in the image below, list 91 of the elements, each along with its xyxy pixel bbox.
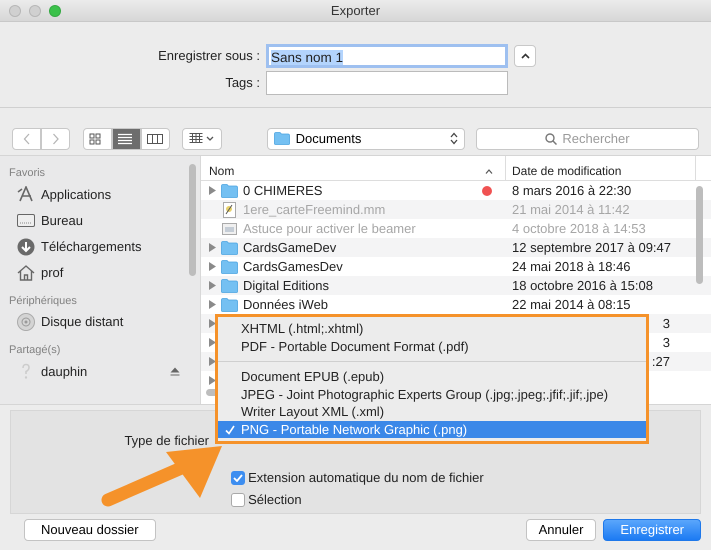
disclosure-triangle-icon[interactable] bbox=[209, 186, 216, 195]
chevron-up-icon bbox=[520, 53, 530, 59]
menu-item[interactable]: XHTML (.html;.xhtml) bbox=[218, 320, 646, 338]
disclosure-triangle-icon[interactable] bbox=[209, 357, 216, 366]
window-title: Exporter bbox=[330, 3, 380, 18]
checkbox[interactable] bbox=[231, 492, 245, 507]
file-date: 8 mars 2016 à 22:30 bbox=[511, 182, 632, 200]
file-date: 3 bbox=[662, 334, 671, 352]
home-icon bbox=[17, 264, 35, 282]
checkbox-label: Extension automatique du nom de fichier bbox=[248, 469, 484, 487]
grid-icon bbox=[189, 133, 204, 144]
sidebar-item[interactable]: Téléchargements bbox=[9, 234, 200, 260]
location-popup[interactable]: Documents bbox=[266, 128, 465, 150]
disc-icon bbox=[17, 313, 35, 331]
sidebar-item[interactable]: Bureau bbox=[9, 208, 200, 234]
menu-item[interactable]: Document EPUB (.epub) bbox=[218, 368, 646, 386]
sidebar-heading: Partagé(s) bbox=[9, 343, 62, 358]
file-date: 4 octobre 2018 à 14:53 bbox=[511, 220, 647, 238]
view-mode-button[interactable] bbox=[112, 128, 140, 150]
sort-ascending-icon bbox=[485, 168, 493, 174]
disclosure-triangle-icon[interactable] bbox=[209, 300, 216, 309]
folder-icon bbox=[221, 278, 238, 292]
arrange-button[interactable] bbox=[182, 128, 222, 150]
new-folder-button[interactable]: Nouveau dossier bbox=[24, 519, 156, 541]
scrollbar-thumb[interactable] bbox=[189, 164, 196, 276]
column-header[interactable]: Nom bbox=[201, 156, 506, 180]
file-date: 12 septembre 2017 à 09:47 bbox=[511, 238, 672, 257]
file-date: 22 mai 2014 à 08:15 bbox=[511, 296, 632, 314]
file-date: 18 octobre 2016 à 15:08 bbox=[511, 276, 654, 295]
menu-item[interactable]: Writer Layout XML (.xml) bbox=[218, 403, 646, 420]
file-name[interactable]: Digital Editions bbox=[243, 276, 506, 296]
checkbox[interactable] bbox=[231, 470, 245, 485]
sidebar-item[interactable]: prof bbox=[9, 260, 200, 286]
file-type-label: Type de fichier bbox=[124, 432, 209, 450]
expand-button[interactable] bbox=[514, 45, 536, 67]
checkmark-icon bbox=[225, 424, 235, 434]
forward-button[interactable] bbox=[41, 128, 70, 150]
disclosure-triangle-icon[interactable] bbox=[209, 338, 216, 347]
file-date: 3 bbox=[662, 314, 671, 333]
file-name[interactable]: CardsGamesDev bbox=[243, 256, 506, 276]
apps-icon bbox=[17, 186, 35, 204]
chevron-down-icon bbox=[206, 136, 214, 141]
eject-icon bbox=[170, 367, 180, 376]
sidebar-item[interactable]: Disque distant bbox=[9, 309, 200, 335]
folder-icon bbox=[221, 240, 238, 254]
column-header[interactable]: Date de modification bbox=[506, 156, 696, 180]
checkmark-icon bbox=[233, 474, 243, 482]
menu-item[interactable]: PDF - Portable Document Format (.pdf) bbox=[218, 338, 646, 355]
columns-icon bbox=[147, 132, 163, 144]
file-name[interactable]: CardsGameDev bbox=[243, 238, 506, 258]
tags-label: Tags : bbox=[224, 74, 261, 92]
filename-field[interactable]: Sans nom 1 bbox=[266, 44, 508, 68]
list-icon bbox=[118, 132, 134, 144]
minimize-button[interactable] bbox=[29, 5, 41, 17]
folder-icon bbox=[221, 298, 238, 312]
sidebar-heading: Périphériques bbox=[9, 294, 78, 308]
menu-item[interactable]: JPEG - Joint Photographic Experts Group (.jpg;.jpeg;.jfif;.jif;.jpe) bbox=[218, 386, 646, 403]
search-icon bbox=[545, 132, 558, 144]
updown-icon bbox=[450, 132, 458, 145]
folder-icon bbox=[274, 132, 290, 145]
disclosure-triangle-icon[interactable] bbox=[209, 243, 216, 252]
disclosure-triangle-icon[interactable] bbox=[209, 376, 216, 385]
chevron-right-icon bbox=[52, 132, 60, 144]
file-name[interactable]: 0 CHIMERES bbox=[243, 180, 477, 200]
file-date: 24 mai 2018 à 18:46 bbox=[511, 258, 632, 276]
view-mode-button[interactable] bbox=[140, 128, 170, 150]
view-mode-button[interactable] bbox=[82, 128, 112, 150]
back-button[interactable] bbox=[12, 128, 41, 150]
cancel-button[interactable]: Annuler bbox=[526, 519, 596, 541]
file-date: 21 mai 2014 à 11:42 bbox=[511, 200, 631, 219]
tags-field[interactable] bbox=[266, 71, 508, 96]
file-date: :27 bbox=[650, 352, 671, 371]
menu-item[interactable]: PNG - Portable Network Graphic (.png) bbox=[218, 420, 646, 438]
scrollbar-thumb[interactable] bbox=[696, 186, 703, 284]
save-as-label: Enregistrer sous : bbox=[157, 47, 261, 66]
download-icon bbox=[17, 238, 35, 256]
disclosure-triangle-icon[interactable] bbox=[209, 319, 216, 328]
chevron-left-icon bbox=[22, 132, 30, 144]
sidebar-item[interactable]: dauphin bbox=[9, 358, 200, 384]
checkbox-label: Sélection bbox=[248, 491, 302, 509]
zoom-button[interactable] bbox=[49, 5, 61, 17]
disclosure-triangle-icon[interactable] bbox=[209, 262, 216, 271]
desktop-icon bbox=[17, 212, 35, 230]
disclosure-triangle-icon[interactable] bbox=[209, 281, 216, 290]
image-file-icon bbox=[221, 222, 238, 236]
file-name[interactable]: Données iWeb bbox=[243, 294, 506, 314]
sidebar-item[interactable]: Applications bbox=[9, 182, 200, 208]
close-button[interactable] bbox=[9, 5, 21, 17]
folder-icon bbox=[221, 260, 238, 274]
sidebar-heading: Favoris bbox=[9, 166, 46, 181]
folder-icon bbox=[221, 184, 238, 198]
